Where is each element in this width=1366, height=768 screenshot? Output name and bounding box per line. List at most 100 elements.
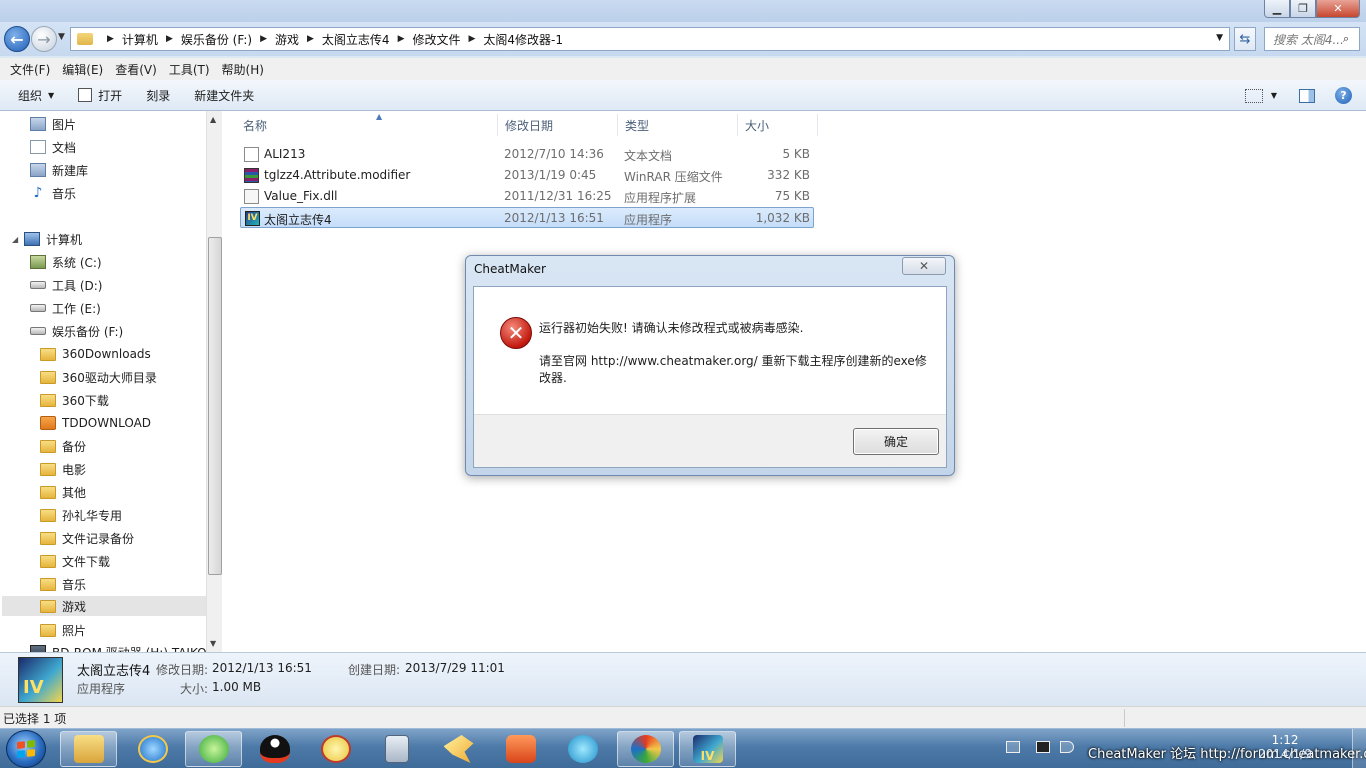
address-history-dropdown[interactable]: ▼ — [1216, 33, 1223, 43]
nav-item-folder[interactable]: 360下载 — [40, 390, 109, 410]
preview-pane-icon[interactable] — [1299, 88, 1315, 103]
taskbar-calculator[interactable] — [368, 731, 425, 767]
breadcrumb-item[interactable]: 计算机 ▶ — [122, 31, 181, 48]
menu-edit[interactable]: 编辑(E) — [56, 61, 109, 78]
taskbar-ie[interactable] — [124, 731, 181, 767]
nav-item-new-library[interactable]: 新建库 — [30, 160, 88, 180]
organize-button[interactable]: 组织 ▼ — [10, 87, 62, 104]
burn-button[interactable]: 刻录 — [138, 87, 178, 104]
monitor-icon[interactable] — [1036, 741, 1050, 753]
breadcrumb-item[interactable]: 娱乐备份 (F:) ▶ — [181, 31, 275, 48]
column-header-date[interactable]: 修改日期 — [498, 114, 618, 136]
close-window-button[interactable]: ✕ — [1316, 0, 1360, 18]
scrollbar-thumb[interactable] — [208, 237, 222, 575]
scroll-down-arrow-icon[interactable]: ▼ — [210, 639, 216, 648]
taskbar-app-bird[interactable] — [430, 731, 487, 767]
folder-icon — [40, 462, 56, 476]
new-folder-button[interactable]: 新建文件夹 — [186, 87, 262, 104]
nav-item-folder[interactable]: 文件下载 — [40, 551, 110, 571]
back-button[interactable]: ← — [4, 26, 30, 52]
nav-item-folder[interactable]: TDDOWNLOAD — [40, 413, 151, 433]
application-icon: IV — [245, 211, 260, 226]
show-desktop-button[interactable] — [1352, 729, 1366, 768]
column-header-size[interactable]: 大小 — [738, 114, 818, 136]
column-header-name[interactable]: 名称 ▲ — [236, 112, 498, 136]
taskbar-search-tool[interactable] — [307, 731, 364, 767]
recent-pages-dropdown[interactable]: ▼ — [58, 32, 65, 42]
search-input[interactable]: 搜索 太阁4... ⌕ — [1264, 27, 1360, 51]
nav-item-drive-e[interactable]: 工作 (E:) — [30, 298, 101, 318]
dialog-close-button[interactable]: ✕ — [902, 257, 946, 275]
ok-button[interactable]: 确定 — [853, 428, 939, 455]
file-row-selected[interactable]: IV 太阁立志传4 2012/1/13 16:51 应用程序 1,032 KB — [240, 207, 814, 228]
chevron-right-icon: ▶ — [107, 34, 114, 44]
menu-view[interactable]: 查看(V) — [109, 61, 163, 78]
clock[interactable]: 1:12 2014/1/9 — [1258, 733, 1312, 761]
breadcrumb-item[interactable]: 修改文件 ▶ — [412, 31, 483, 48]
taskbar-360-browser[interactable] — [185, 731, 242, 767]
file-row[interactable]: ALI213 2012/7/10 14:36 文本文档 5 KB — [240, 144, 814, 165]
file-thumbnail: IV — [18, 657, 63, 703]
nav-label: 电影 — [62, 462, 87, 477]
nav-item-drive-f[interactable]: 娱乐备份 (F:) — [30, 321, 123, 341]
nav-item-computer[interactable]: ◢ 计算机 — [12, 229, 82, 249]
nav-item-folder-selected[interactable]: 游戏 — [2, 596, 206, 616]
column-header-type[interactable]: 类型 — [618, 114, 738, 136]
minimize-button[interactable]: ▁ — [1264, 0, 1290, 18]
nav-item-drive-c[interactable]: 系统 (C:) — [30, 252, 102, 272]
breadcrumb-label: 计算机 — [121, 32, 158, 47]
collapse-arrow-icon[interactable]: ◢ — [12, 235, 20, 244]
start-button[interactable] — [6, 730, 46, 768]
breadcrumb-root[interactable]: ▶ — [99, 34, 122, 44]
nav-item-music[interactable]: ♪ 音乐 — [30, 183, 76, 203]
created-value: 2013/7/29 11:01 — [405, 661, 505, 675]
nav-item-drive-d[interactable]: 工具 (D:) — [30, 275, 102, 295]
taskbar-game[interactable]: IV — [679, 731, 736, 767]
breadcrumb[interactable]: ▶ 计算机 ▶ 娱乐备份 (F:) ▶ 游戏 ▶ 太阁立志传4 ▶ 修改文件 ▶ 太阁4修… — [70, 27, 1230, 51]
taskbar-explorer[interactable] — [60, 731, 117, 767]
maximize-button[interactable]: ❐ — [1290, 0, 1316, 18]
nav-item-folder[interactable]: 备份 — [40, 436, 86, 456]
nav-item-pictures[interactable]: 图片 — [30, 114, 76, 134]
breadcrumb-item[interactable]: 太阁4修改器-1 — [483, 31, 563, 48]
help-icon[interactable]: ? — [1335, 87, 1352, 104]
taskbar-qq[interactable] — [246, 731, 303, 767]
nav-item-folder[interactable]: 其他 — [40, 482, 86, 502]
menu-help[interactable]: 帮助(H) — [216, 61, 270, 78]
nav-item-folder[interactable]: 360Downloads — [40, 344, 151, 364]
refresh-button[interactable]: ⇆ — [1234, 27, 1256, 51]
taskbar-app-orange[interactable] — [492, 731, 549, 767]
open-button[interactable]: 打开 — [70, 87, 130, 104]
scroll-up-arrow-icon[interactable]: ▲ — [210, 115, 216, 124]
folder-icon — [40, 393, 56, 407]
view-controls: ▼ ? — [1244, 80, 1366, 111]
nav-item-folder[interactable]: 照片 — [40, 620, 86, 640]
view-mode-icon[interactable] — [1244, 88, 1263, 103]
nav-item-folder[interactable]: 音乐 — [40, 574, 86, 594]
film-reel-icon — [567, 735, 598, 763]
nav-item-folder[interactable]: 电影 — [40, 459, 86, 479]
breadcrumb-item[interactable]: 太阁立志传4 ▶ — [322, 31, 413, 48]
file-row[interactable]: tglzz4.Attribute.modifier 2013/1/19 0:45… — [240, 165, 814, 186]
view-options-dropdown[interactable]: ▼ — [1271, 91, 1277, 100]
nav-item-folder[interactable]: 360驱动大师目录 — [40, 367, 157, 387]
breadcrumb-item[interactable]: 游戏 ▶ — [275, 31, 322, 48]
nav-pane-scrollbar[interactable]: ▲ ▼ — [206, 111, 222, 652]
library-icon — [30, 163, 46, 177]
nav-item-documents[interactable]: 文档 — [30, 137, 76, 157]
forward-button[interactable]: → — [31, 26, 57, 52]
nav-label: 计算机 — [46, 232, 83, 247]
nav-item-folder[interactable]: 孙礼华专用 — [40, 505, 122, 525]
taskbar-paint[interactable] — [617, 731, 674, 767]
nav-label: 备份 — [62, 439, 87, 454]
organize-label: 组织 — [18, 88, 43, 103]
menu-tools[interactable]: 工具(T) — [163, 61, 216, 78]
nav-item-rom-drive[interactable]: BD-ROM 驱动器 (H:) TAIKO — [30, 642, 207, 652]
nav-label: 游戏 — [62, 599, 87, 614]
menu-file[interactable]: 文件(F) — [4, 61, 56, 78]
nav-item-folder[interactable]: 文件记录备份 — [40, 528, 134, 548]
taskbar-media-player[interactable] — [554, 731, 611, 767]
keyboard-icon[interactable] — [1006, 741, 1020, 753]
volume-icon[interactable] — [1060, 741, 1074, 753]
file-row[interactable]: Value_Fix.dll 2011/12/31 16:25 应用程序扩展 75… — [240, 186, 814, 207]
